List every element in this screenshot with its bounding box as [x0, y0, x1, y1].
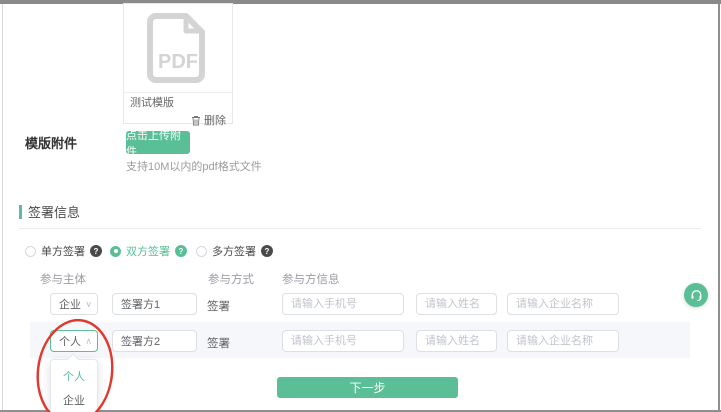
question-help-icon[interactable]: ? [175, 245, 187, 257]
dropdown-option-company[interactable]: 企业 [51, 388, 97, 412]
person-name-field-row2 [416, 330, 497, 352]
trash-icon [191, 115, 201, 126]
dropdown-option-person[interactable]: 个人 [51, 364, 97, 388]
page-border-left [2, 4, 3, 412]
person-name-field-row1 [416, 293, 497, 315]
phone-field-row2 [282, 330, 404, 352]
column-header-subject: 参与主体 [40, 271, 86, 287]
section-title-text: 签署信息 [28, 202, 80, 221]
chevron-down-icon: ∨ [85, 300, 92, 309]
section-divider [19, 228, 701, 229]
pdf-card-footer: 测试模版 删除 [124, 93, 232, 130]
signer-name-input[interactable] [112, 330, 197, 352]
column-header-info: 参与方信息 [282, 271, 340, 287]
headset-icon [690, 289, 703, 302]
signer-name-field-row2 [112, 330, 197, 352]
next-step-button[interactable]: 下一步 [277, 377, 458, 398]
radio-two-party-sign[interactable]: 双方签署 ? [110, 243, 187, 259]
phone-field-row1 [282, 293, 404, 315]
window-top-bar [0, 0, 721, 4]
customer-service-button[interactable] [684, 283, 708, 307]
page-border-right [718, 4, 720, 412]
sign-mode-cell-row1: 签署 [207, 298, 230, 314]
question-help-icon[interactable]: ? [261, 245, 273, 257]
question-help-icon[interactable]: ? [90, 245, 102, 257]
phone-input[interactable] [282, 293, 404, 315]
chevron-up-icon: ∧ [85, 337, 92, 346]
radio-label: 双方签署 [126, 243, 170, 259]
pdf-file-icon: PDF [146, 12, 210, 84]
template-edit-page: PDF 测试模版 删除 模版附件 点击上传附件 支持10M以内的pdf格式文件 … [0, 0, 721, 412]
radio-circle-checked[interactable] [110, 246, 121, 257]
company-input[interactable] [507, 293, 619, 315]
pdf-preview-zone: PDF [124, 4, 232, 93]
radio-multi-party-sign[interactable]: 多方签署 ? [196, 243, 273, 259]
column-header-mode: 参与方式 [208, 271, 254, 287]
file-name: 测试模版 [130, 96, 226, 110]
company-field-row2 [507, 330, 619, 352]
signer-name-input[interactable] [112, 293, 197, 315]
subject-select-value: 个人 [59, 333, 81, 349]
sign-info-section-header: 签署信息 [19, 202, 80, 221]
radio-label: 单方签署 [41, 243, 85, 259]
section-accent-bar [19, 205, 22, 219]
person-name-input[interactable] [416, 293, 497, 315]
upload-hint-text: 支持10M以内的pdf格式文件 [126, 158, 262, 174]
attachment-field-label: 模版附件 [25, 133, 77, 152]
company-input[interactable] [507, 330, 619, 352]
radio-single-sign[interactable]: 单方签署 ? [25, 243, 102, 259]
subject-dropdown-panel: 个人 企业 [50, 359, 98, 412]
uploaded-file-card: PDF 测试模版 删除 [123, 3, 233, 124]
signer-name-field-row1 [112, 293, 197, 315]
company-field-row1 [507, 293, 619, 315]
sign-mode-cell-row2: 签署 [207, 335, 230, 351]
upload-attachment-button[interactable]: 点击上传附件 [126, 131, 190, 154]
delete-label: 删除 [204, 112, 226, 128]
subject-select-row2[interactable]: 个人 ∧ [50, 330, 98, 352]
radio-label: 多方签署 [212, 243, 256, 259]
subject-select-row1[interactable]: 企业 ∨ [50, 293, 98, 315]
phone-input[interactable] [282, 330, 404, 352]
subject-select-value: 企业 [59, 296, 81, 312]
person-name-input[interactable] [416, 330, 497, 352]
svg-text:PDF: PDF [158, 51, 198, 73]
radio-circle-unchecked[interactable] [196, 246, 207, 257]
radio-circle-unchecked[interactable] [25, 246, 36, 257]
